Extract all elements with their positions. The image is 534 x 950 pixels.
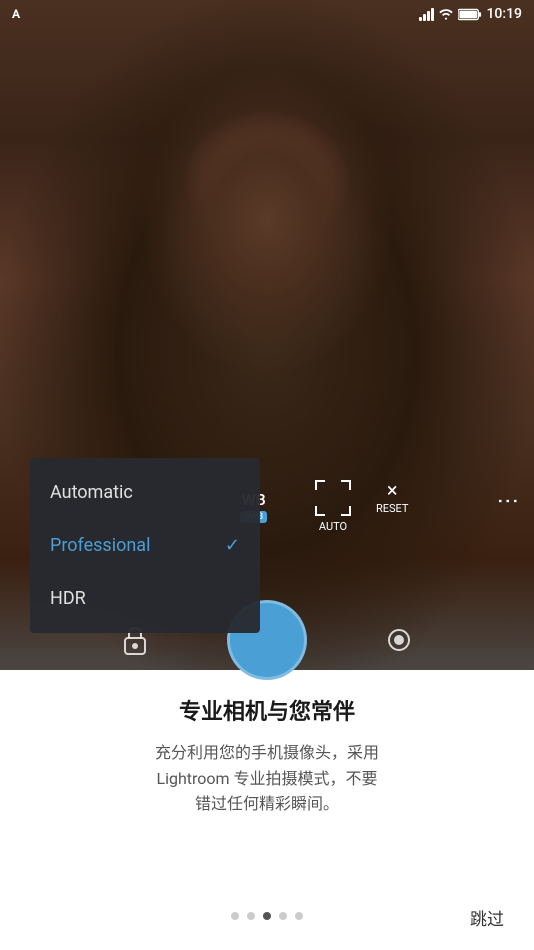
dot-3 (263, 912, 271, 920)
reset-button[interactable]: × RESET (376, 480, 408, 515)
dropdown-item-automatic[interactable]: Automatic (30, 466, 260, 519)
battery-svg (458, 8, 482, 21)
dropdown-item-hdr[interactable]: HDR (30, 572, 260, 625)
automatic-label: Automatic (50, 482, 133, 503)
more-options-button[interactable]: ⋮ (496, 490, 518, 512)
hdr-label: HDR (50, 588, 86, 609)
mode-dropdown: Automatic Professional ✓ HDR (30, 458, 260, 633)
settings-icon (384, 625, 414, 655)
focus-frame (315, 480, 351, 516)
settings-button[interactable] (377, 618, 421, 662)
reset-label: RESET (376, 502, 408, 515)
dropdown-item-professional[interactable]: Professional ✓ (30, 519, 260, 572)
status-left: A (12, 7, 20, 21)
status-right: 10:19 (419, 6, 522, 22)
signal-icon (419, 7, 434, 21)
professional-label: Professional (50, 535, 150, 556)
checkmark-icon: ✓ (225, 535, 240, 556)
dot-2 (247, 912, 255, 920)
dot-5 (295, 912, 303, 920)
status-bar: A 10:19 (0, 0, 534, 28)
panel-description: 充分利用您的手机摄像头，采用Lightroom 专业拍摄模式，不要错过任何精彩瞬… (155, 740, 379, 817)
wifi-icon (438, 7, 454, 21)
camera-overlay: WB AWB AUTO × RESET ⋮ (0, 0, 534, 700)
battery-icon (458, 8, 482, 21)
auto-label: AUTO (310, 520, 356, 533)
app-icon: A (12, 7, 20, 21)
dot-1 (231, 912, 239, 920)
bottom-panel: 专业相机与您常伴 充分利用您的手机摄像头，采用Lightroom 专业拍摄模式，… (0, 670, 534, 950)
dot-indicators (231, 912, 303, 920)
dot-4 (279, 912, 287, 920)
skip-button[interactable]: 跳过 (470, 905, 504, 930)
status-time: 10:19 (486, 6, 522, 22)
